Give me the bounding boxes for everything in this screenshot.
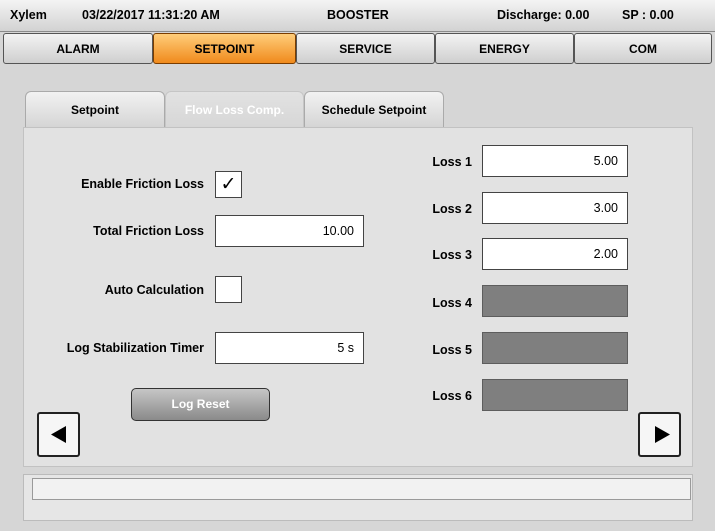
loss-4-input: [482, 285, 628, 317]
loss-3-input[interactable]: 2.00: [482, 238, 628, 270]
log-timer-label: Log Stabilization Timer: [66, 341, 204, 355]
nav-service[interactable]: SERVICE: [296, 33, 435, 64]
triangle-left-icon: [51, 426, 66, 443]
setpoint-readout: SP : 0.00: [622, 8, 674, 22]
nav-com[interactable]: COM: [574, 33, 712, 64]
triangle-right-icon: [655, 426, 670, 443]
loss-6-input: [482, 379, 628, 411]
previous-page-button[interactable]: [37, 412, 80, 457]
log-timer-input[interactable]: 5 s: [215, 332, 364, 364]
loss-5-input: [482, 332, 628, 364]
checkmark-icon: ✓: [220, 174, 237, 195]
status-message: [32, 478, 691, 500]
mode-label: BOOSTER: [327, 8, 389, 22]
loss-5-label: Loss 5: [432, 343, 472, 357]
hmi-screen: Xylem 03/22/2017 11:31:20 AM BOOSTER Dis…: [0, 0, 715, 531]
datetime-label: 03/22/2017 11:31:20 AM: [82, 8, 220, 22]
loss-6-label: Loss 6: [432, 389, 472, 403]
enable-friction-checkbox[interactable]: ✓: [215, 171, 242, 198]
loss-2-label: Loss 2: [432, 202, 472, 216]
loss-4-label: Loss 4: [432, 296, 472, 310]
auto-calc-label: Auto Calculation: [104, 283, 204, 297]
tab-setpoint[interactable]: Setpoint: [25, 91, 165, 128]
log-reset-button[interactable]: Log Reset: [131, 388, 270, 421]
brand-label: Xylem: [10, 8, 47, 22]
total-friction-input[interactable]: 10.00: [215, 215, 364, 247]
nav-setpoint[interactable]: SETPOINT: [153, 33, 296, 64]
nav-alarm[interactable]: ALARM: [3, 33, 153, 64]
discharge-label: Discharge: 0.00: [497, 8, 590, 22]
tab-schedule-setpoint[interactable]: Schedule Setpoint: [304, 91, 444, 128]
loss-2-input[interactable]: 3.00: [482, 192, 628, 224]
loss-1-label: Loss 1: [432, 155, 472, 169]
next-page-button[interactable]: [638, 412, 681, 457]
loss-3-label: Loss 3: [432, 248, 472, 262]
loss-1-input[interactable]: 5.00: [482, 145, 628, 177]
main-nav: ALARM SETPOINT SERVICE ENERGY COM: [3, 33, 712, 67]
auto-calc-checkbox[interactable]: [215, 276, 242, 303]
tab-flow-loss-comp[interactable]: Flow Loss Comp.: [165, 91, 304, 128]
header-bar: Xylem 03/22/2017 11:31:20 AM BOOSTER Dis…: [0, 0, 715, 32]
enable-friction-label: Enable Friction Loss: [81, 177, 204, 191]
nav-energy[interactable]: ENERGY: [435, 33, 574, 64]
total-friction-label: Total Friction Loss: [93, 224, 204, 238]
